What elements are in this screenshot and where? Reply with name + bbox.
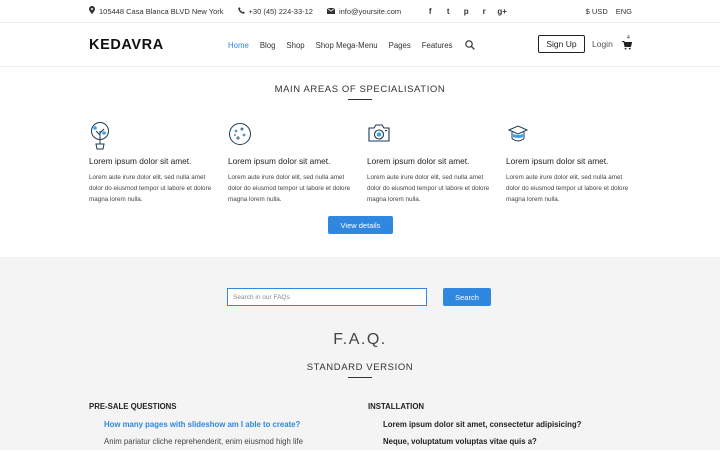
faq-subtitle: STANDARD VERSION bbox=[306, 362, 414, 373]
feature-item: Lorem ipsum dolor sit amet. Lorem aute i… bbox=[506, 122, 645, 205]
topbar-right: $ USD ENG bbox=[586, 7, 632, 16]
feature-title: Lorem ipsum dolor sit amet. bbox=[367, 156, 470, 166]
title-underline bbox=[348, 99, 372, 100]
faq-column-presale: PRE-SALE QUESTIONS How many pages with s… bbox=[89, 402, 303, 446]
address-info: 105448 Casa Blanca BLVD New York bbox=[89, 6, 224, 16]
feature-text: Lorem aute irure dolor elit, sed nulla a… bbox=[367, 174, 490, 203]
nav-item-blog[interactable]: Blog bbox=[260, 41, 276, 50]
phone-info: +30 (45) 224-33-12 bbox=[237, 6, 313, 16]
nav-item-shop-mega-menu[interactable]: Shop Mega-Menu bbox=[316, 41, 378, 50]
nav-actions: Sign Up Login bbox=[538, 35, 633, 53]
faq-search-input[interactable]: Search in our FAQs bbox=[227, 288, 427, 306]
top-bar: 105448 Casa Blanca BLVD New York +30 (45… bbox=[0, 0, 720, 23]
faq-answer: Anim pariatur cliche reprehenderit, enim… bbox=[104, 437, 303, 446]
currency-selector[interactable]: $ USD bbox=[586, 7, 608, 16]
sign-up-button[interactable]: Sign Up bbox=[538, 35, 585, 53]
nav-item-shop[interactable]: Shop bbox=[286, 41, 304, 50]
faq-search-button[interactable]: Search bbox=[443, 288, 491, 306]
view-details-button[interactable]: View details bbox=[328, 216, 393, 234]
search-icon[interactable] bbox=[464, 40, 475, 50]
feature-text: Lorem aute irure dolor elit, sed nulla a… bbox=[228, 174, 351, 203]
language-selector[interactable]: ENG bbox=[616, 7, 632, 16]
nav-item-pages[interactable]: Pages bbox=[389, 41, 411, 50]
hat-icon bbox=[506, 122, 645, 150]
email-info[interactable]: info@yoursite.com bbox=[326, 7, 401, 16]
camera-icon bbox=[367, 122, 506, 150]
specialisation-title: MAIN AREAS OF SPECIALISATION bbox=[274, 84, 446, 95]
feature-item: Lorem ipsum dolor sit amet. Lorem aute i… bbox=[89, 122, 228, 205]
pinterest-icon[interactable]: p bbox=[457, 7, 475, 16]
nav-item-home[interactable]: Home bbox=[228, 41, 249, 50]
faq-title: F.A.Q. bbox=[333, 331, 387, 348]
feature-title: Lorem ipsum dolor sit amet. bbox=[506, 156, 609, 166]
faq-question[interactable]: How many pages with slideshow am I able … bbox=[104, 420, 303, 429]
feature-item: Lorem ipsum dolor sit amet. Lorem aute i… bbox=[367, 122, 506, 205]
phone-text: +30 (45) 224-33-12 bbox=[248, 6, 313, 16]
nav-menu: Home Blog Shop Shop Mega-Menu Pages Feat… bbox=[228, 23, 475, 67]
twitter-icon[interactable]: t bbox=[439, 7, 457, 16]
envelope-icon bbox=[326, 7, 336, 16]
subtitle-underline bbox=[348, 377, 372, 378]
google-plus-icon[interactable]: g+ bbox=[493, 7, 511, 16]
feature-title: Lorem ipsum dolor sit amet. bbox=[228, 156, 331, 166]
feature-title: Lorem ipsum dolor sit amet. bbox=[89, 156, 192, 166]
faq-column-installation: INSTALLATION Lorem ipsum dolor sit amet,… bbox=[368, 402, 581, 454]
reddit-icon[interactable]: r bbox=[475, 7, 493, 16]
plant-icon bbox=[89, 122, 228, 150]
feature-item: Lorem ipsum dolor sit amet. Lorem aute i… bbox=[228, 122, 367, 205]
cart-count-badge: 4 bbox=[627, 35, 630, 41]
main-nav: KEDAVRA Home Blog Shop Shop Mega-Menu Pa… bbox=[0, 23, 720, 67]
facebook-icon[interactable]: f bbox=[421, 7, 439, 16]
faq-column-heading: PRE-SALE QUESTIONS bbox=[89, 402, 177, 411]
login-link[interactable]: Login bbox=[592, 39, 613, 49]
faq-column-heading: INSTALLATION bbox=[368, 402, 425, 411]
feature-text: Lorem aute irure dolor elit, sed nulla a… bbox=[89, 174, 212, 203]
faq-question[interactable]: Neque, voluptatum voluptas vitae quis a? bbox=[383, 437, 581, 446]
logo[interactable]: KEDAVRA bbox=[89, 37, 164, 53]
feature-text: Lorem aute irure dolor elit, sed nulla a… bbox=[506, 174, 629, 203]
email-text[interactable]: info@yoursite.com bbox=[339, 7, 401, 16]
cookie-icon bbox=[228, 122, 367, 150]
faq-question[interactable]: Lorem ipsum dolor sit amet, consectetur … bbox=[383, 420, 581, 429]
nav-item-features[interactable]: Features bbox=[422, 41, 453, 50]
features-grid: Lorem ipsum dolor sit amet. Lorem aute i… bbox=[89, 122, 645, 205]
map-pin-icon bbox=[89, 6, 95, 16]
phone-icon bbox=[237, 6, 245, 16]
address-text: 105448 Casa Blanca BLVD New York bbox=[99, 6, 224, 16]
social-links: f t p r g+ bbox=[421, 7, 511, 16]
